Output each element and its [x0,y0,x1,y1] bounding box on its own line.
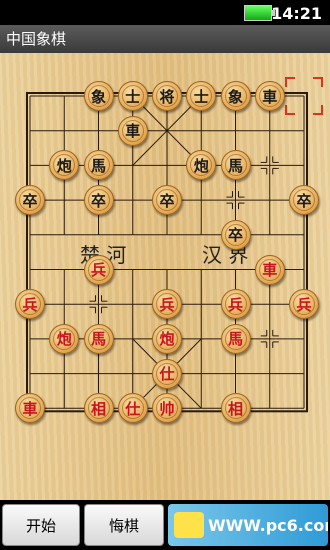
red-piece[interactable]: 炮 [49,323,80,354]
piece-ring [53,154,76,177]
red-piece[interactable]: 相 [83,393,114,424]
piece-ring [121,85,144,107]
black-piece[interactable]: 卒 [289,185,319,216]
piece-ring [87,189,110,212]
black-piece[interactable]: 士 [117,81,148,111]
piece-ring [19,189,41,212]
piece-ring [156,362,178,385]
piece-ring [156,397,178,420]
black-piece[interactable]: 将 [152,81,182,111]
piece-ring [293,189,315,212]
piece-ring [19,293,41,316]
black-piece[interactable]: 卒 [152,185,182,216]
piece-ring [190,154,213,177]
red-piece[interactable]: 車 [254,254,285,285]
red-piece[interactable]: 相 [220,393,251,424]
black-piece[interactable]: 卒 [83,185,114,216]
watermark-banner: WWW.pc6.com [168,504,328,546]
red-piece[interactable]: 兵 [83,254,114,285]
piece-ring [224,85,247,107]
watermark-logo-icon [174,512,204,538]
piece-ring [224,327,247,350]
red-piece[interactable]: 兵 [152,289,182,320]
piece-ring [224,293,247,316]
red-piece[interactable]: 仕 [152,358,182,389]
piece-ring [224,397,247,420]
red-piece[interactable]: 馬 [83,323,114,354]
piece-ring [156,293,178,316]
piece-ring [87,154,110,177]
black-piece[interactable]: 車 [254,81,285,111]
black-piece[interactable]: 馬 [220,150,251,181]
piece-ring [53,327,76,350]
piece-ring [87,258,110,281]
bottom-toolbar: 开始 悔棋 WWW.pc6.com [0,500,330,550]
red-piece[interactable]: 兵 [15,289,45,320]
app-title-bar: 中国象棋 [0,25,330,53]
black-piece[interactable]: 象 [220,81,251,111]
piece-ring [87,85,110,107]
piece-ring [121,397,144,420]
red-piece[interactable]: 兵 [220,289,251,320]
app-title: 中国象棋 [6,30,67,48]
piece-ring [258,258,281,281]
piece-ring [121,119,144,142]
piece-ring [156,189,178,212]
clock: 14:21 [271,4,322,23]
start-button[interactable]: 开始 [2,504,80,546]
black-piece[interactable]: 卒 [15,185,45,216]
piece-ring [224,223,247,246]
black-piece[interactable]: 卒 [220,219,251,250]
piece-ring [87,327,110,350]
piece-ring [19,397,41,420]
piece-ring [293,293,315,316]
piece-ring [258,85,281,107]
battery-icon [244,5,275,21]
piece-ring [224,154,247,177]
red-piece[interactable]: 兵 [289,289,319,320]
piece-ring [156,85,178,107]
red-piece[interactable]: 炮 [152,323,182,354]
red-piece[interactable]: 仕 [117,393,148,424]
black-piece[interactable]: 象 [83,81,114,111]
piece-ring [156,327,178,350]
black-piece[interactable]: 馬 [83,150,114,181]
red-piece[interactable]: 馬 [220,323,251,354]
black-piece[interactable]: 車 [117,115,148,146]
piece-ring [87,397,110,420]
status-bar: 14:21 [0,0,330,25]
undo-button[interactable]: 悔棋 [84,504,164,546]
watermark-text: WWW.pc6.com [208,515,328,535]
game-board[interactable]: 楚 河 汉 界 象士将士象車車炮馬炮馬卒卒卒卒卒兵車兵兵兵兵炮馬炮馬仕車相仕帅相 [0,53,330,500]
piece-ring [190,85,213,107]
